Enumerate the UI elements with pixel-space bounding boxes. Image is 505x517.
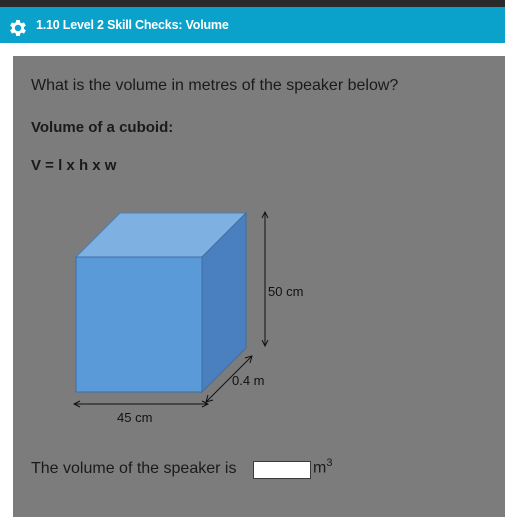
unit-exponent: 3	[326, 457, 333, 469]
answer-prompt: The volume of the speaker is	[31, 460, 237, 477]
cuboid-diagram: 50 cm 0.4 m 45 cm	[72, 210, 303, 425]
answer-input[interactable]	[253, 461, 311, 479]
formula-heading: Volume of a cuboid:	[31, 119, 174, 136]
spacer	[0, 43, 505, 56]
cuboid-front-face	[75, 256, 203, 393]
page-title: 1.10 Level 2 Skill Checks: Volume	[36, 18, 229, 32]
formula-text: V = l x h x w	[31, 157, 117, 174]
page-header: 1.10 Level 2 Skill Checks: Volume	[0, 7, 505, 43]
window-top-strip	[0, 0, 505, 7]
depth-label: 0.4 m	[232, 373, 265, 388]
gear-icon[interactable]	[7, 17, 29, 39]
height-label: 50 cm	[268, 284, 303, 299]
question-prompt: What is the volume in metres of the spea…	[31, 77, 399, 94]
width-label: 45 cm	[117, 410, 152, 425]
answer-unit: m3	[313, 457, 332, 477]
unit-base: m	[313, 459, 327, 477]
